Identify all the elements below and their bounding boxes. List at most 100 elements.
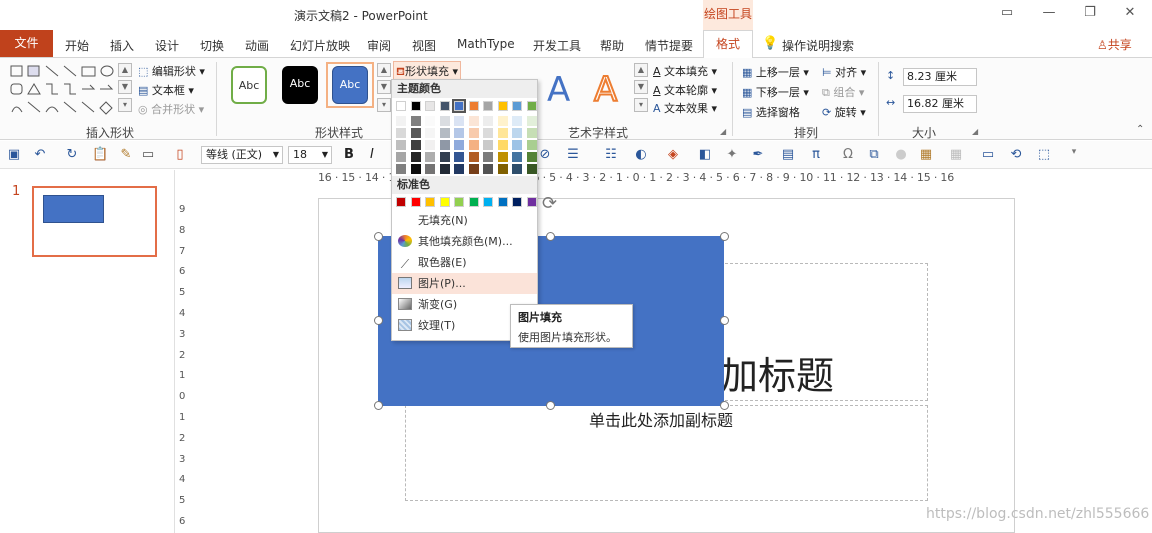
theme-color-shade-swatch[interactable] [497,128,508,138]
tab-mathtype[interactable]: MathType [457,37,515,51]
theme-color-shade-swatch[interactable] [468,128,479,138]
star-icon[interactable]: ✦ [724,147,740,162]
theme-color-shade-swatch[interactable] [526,164,537,174]
shapes-more-button[interactable]: ▾ [118,98,132,112]
customize-qat-icon[interactable]: ▾ [1066,147,1082,157]
theme-color-shade-swatch[interactable] [483,140,493,150]
theme-color-shade-swatch[interactable] [425,164,435,174]
theme-color-swatch[interactable] [410,101,421,111]
theme-color-shade-swatch[interactable] [512,164,522,174]
no-fill-item[interactable]: 无填充(N) [392,210,537,231]
tab-file[interactable]: 文件 [0,30,53,57]
standard-color-swatch[interactable] [468,197,479,207]
theme-color-shade-swatch[interactable] [454,128,464,138]
standard-color-swatch[interactable] [454,197,464,207]
rotate-button[interactable]: ⟳ 旋转 ▾ [822,104,866,120]
theme-color-shade-swatch[interactable] [468,116,479,126]
share-button[interactable]: ♙共享 [1097,36,1132,53]
italic-button[interactable]: I [370,147,374,162]
text-box-button[interactable]: ▤ 文本框 ▾ [138,82,194,98]
tab-design[interactable]: 设计 [155,37,179,54]
text-fill-button[interactable]: A 文本填充 ▾ [653,63,717,79]
standard-color-swatch[interactable] [396,197,406,207]
shape-style-black-fill[interactable]: Abc [282,66,318,104]
theme-color-shade-swatch[interactable] [410,128,421,138]
theme-color-shade-swatch[interactable] [526,116,537,126]
text-effects-button[interactable]: A 文本效果 ▾ [653,100,717,116]
theme-color-shade-swatch[interactable] [396,128,406,138]
theme-color-shade-swatch[interactable] [497,140,508,150]
collapse-ribbon-icon[interactable]: ⌃ [1136,124,1144,135]
selection-pane-button[interactable]: ▤ 选择窗格 [742,104,800,120]
tell-me-search[interactable]: 操作说明搜索 [782,37,854,54]
shape-style-blue-fill[interactable]: Abc [332,66,368,104]
resize-handle-bottom-left[interactable] [374,401,383,410]
theme-color-shade-swatch[interactable] [526,152,537,162]
theme-color-shade-swatch[interactable] [483,152,493,162]
theme-color-shade-swatch[interactable] [483,128,493,138]
theme-color-shade-swatch[interactable] [512,140,522,150]
theme-color-shade-swatch[interactable] [396,116,406,126]
wordart-sample-blue[interactable]: A [547,70,570,110]
standard-color-swatch[interactable] [483,197,493,207]
standard-color-swatch[interactable] [512,197,522,207]
group-button[interactable]: ⧉ 组合 ▾ [822,84,864,100]
resize-handle-right[interactable] [720,316,729,325]
send-backward-button[interactable]: ▦ 下移一层 ▾ [742,84,809,100]
tab-transitions[interactable]: 切换 [200,37,224,54]
dialog-launcher-icon[interactable]: ◢ [720,127,726,136]
theme-color-shade-swatch[interactable] [410,116,421,126]
theme-color-shade-swatch[interactable] [497,164,508,174]
standard-color-swatch[interactable] [425,197,435,207]
tab-view[interactable]: 视图 [412,37,436,54]
shape-style-outline-green[interactable]: Abc [231,66,267,104]
circle-icon[interactable]: ● [893,147,909,162]
styles-scroll-up-button[interactable]: ▲ [377,63,391,77]
tab-storyboard[interactable]: 情节提要 [645,37,693,54]
dialog-launcher-icon[interactable]: ◢ [972,127,978,136]
redo-icon[interactable]: ↻ [64,147,80,162]
more-fill-colors-item[interactable]: 其他填充颜色(M)... [392,231,537,252]
picture-icon[interactable]: ▦ [918,147,934,162]
restore-ribbon-icon[interactable]: ▭ [999,5,1015,21]
pen-icon[interactable]: ✒ [750,147,766,162]
save-icon[interactable]: ▣ [6,147,22,162]
tab-insert[interactable]: 插入 [110,37,134,54]
theme-color-shade-swatch[interactable] [396,140,406,150]
width-input[interactable]: 16.82 厘米 [903,95,977,113]
format-painter-icon[interactable]: ✎ [118,147,134,162]
resize-handle-top-left[interactable] [374,232,383,241]
rotate-handle-icon[interactable]: ⟳ [542,193,557,214]
layout-icon[interactable]: ▭ [140,147,156,162]
tab-help[interactable]: 帮助 [600,37,624,54]
theme-color-swatch[interactable] [425,101,435,111]
undo-icon[interactable]: ↶ [32,147,48,162]
tab-format[interactable]: 格式 [703,30,753,59]
theme-color-shade-swatch[interactable] [410,140,421,150]
styles-scroll-down-button[interactable]: ▼ [377,80,391,94]
standard-color-swatch[interactable] [526,197,537,207]
theme-color-shade-swatch[interactable] [483,116,493,126]
resize-handle-bottom[interactable] [546,401,555,410]
theme-color-shade-swatch[interactable] [439,164,450,174]
theme-color-shade-swatch[interactable] [526,128,537,138]
paste-icon[interactable]: 📋 [92,147,108,162]
theme-color-shade-swatch[interactable] [439,128,450,138]
edit-shape-button[interactable]: ⬚ 编辑形状 ▾ [138,63,205,79]
theme-color-shade-swatch[interactable] [425,140,435,150]
bring-forward-button[interactable]: ▦ 上移一层 ▾ [742,64,809,80]
tab-home[interactable]: 开始 [65,37,89,54]
theme-color-shade-swatch[interactable] [410,152,421,162]
text-box-qat-icon[interactable]: ▤ [780,147,796,162]
tab-slide-show[interactable]: 幻灯片放映 [290,37,350,54]
eyedropper-item[interactable]: ⟋ 取色器(E) [392,252,537,273]
theme-color-shade-swatch[interactable] [468,152,479,162]
shapes-icon[interactable]: ◐ [633,147,649,162]
theme-color-swatch[interactable] [452,99,466,113]
theme-color-shade-swatch[interactable] [512,128,522,138]
theme-color-swatch[interactable] [512,101,522,111]
shapes-scroll-down-button[interactable]: ▼ [118,80,132,94]
tab-developer[interactable]: 开发工具 [533,37,581,54]
table-icon[interactable]: ▦ [948,147,964,162]
theme-color-swatch[interactable] [526,101,537,111]
